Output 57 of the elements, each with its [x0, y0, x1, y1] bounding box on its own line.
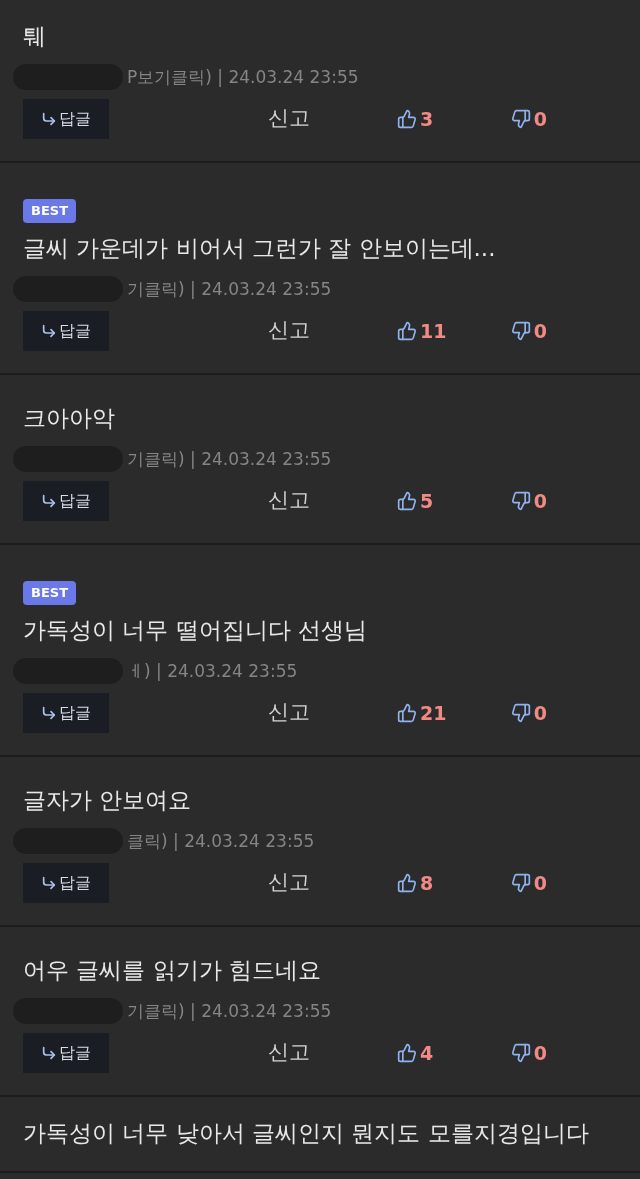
thumbs-down-icon [510, 703, 531, 723]
report-button[interactable]: 신고 [267, 315, 311, 347]
like-button[interactable]: 3 [397, 104, 434, 134]
thumbs-up-icon [397, 321, 417, 341]
thumbs-up-icon [397, 109, 417, 129]
thumbs-up-icon [397, 703, 417, 723]
dislike-button[interactable]: 0 [510, 868, 547, 898]
like-button[interactable]: 8 [397, 868, 434, 898]
report-button[interactable]: 신고 [267, 867, 311, 899]
report-button[interactable]: 신고 [267, 103, 311, 135]
like-button[interactable]: 4 [397, 1038, 434, 1068]
comment-meta: 클릭) | 24.03.24 23:55 [127, 830, 315, 853]
report-button[interactable]: 신고 [267, 485, 311, 517]
dislike-button[interactable]: 0 [510, 698, 547, 728]
comment-text: 가독성이 너무 떨어집니다 선생님 [23, 616, 368, 645]
best-badge: BEST [23, 581, 77, 605]
comment-meta: P보기클릭) | 24.03.24 23:55 [127, 66, 359, 89]
comment-text: 글씨 가운데가 비어서 그런가 잘 안보이는데... [23, 234, 497, 263]
comment-text: 가독성이 너무 낮아서 글씨인지 뭔지도 모를지경입니다 [23, 1119, 590, 1148]
comment-text: 퉤 [23, 22, 47, 51]
thumbs-up-icon [397, 873, 417, 893]
comment-meta: 기클릭) | 24.03.24 23:55 [127, 1000, 332, 1023]
best-badge: BEST [23, 199, 77, 223]
reply-button[interactable]: 답글 [23, 311, 109, 351]
thumbs-down-icon [510, 873, 531, 893]
comment-meta: 기클릭) | 24.03.24 23:55 [127, 448, 332, 471]
comment-meta: ㅔ) | 24.03.24 23:55 [127, 660, 298, 683]
report-button[interactable]: 신고 [267, 1037, 311, 1069]
comment-text: 크아아악 [23, 404, 116, 433]
reply-arrow-icon [41, 1045, 57, 1061]
comment-meta: 기클릭) | 24.03.24 23:55 [127, 278, 332, 301]
thumbs-down-icon [510, 109, 531, 129]
reply-arrow-icon [41, 875, 57, 891]
reply-button[interactable]: 답글 [23, 693, 109, 733]
like-button[interactable]: 5 [397, 486, 434, 516]
thumbs-down-icon [510, 491, 531, 511]
dislike-button[interactable]: 0 [510, 486, 547, 516]
reply-arrow-icon [41, 323, 57, 339]
dislike-button[interactable]: 0 [510, 104, 547, 134]
report-button[interactable]: 신고 [267, 697, 311, 729]
comment-text: 글자가 안보여요 [23, 786, 193, 815]
thumbs-up-icon [397, 491, 417, 511]
reply-arrow-icon [41, 705, 57, 721]
reply-button[interactable]: 답글 [23, 863, 109, 903]
thumbs-up-icon [397, 1043, 417, 1063]
reply-arrow-icon [41, 493, 57, 509]
like-button[interactable]: 21 [397, 698, 447, 728]
dislike-button[interactable]: 0 [510, 1038, 547, 1068]
reply-button[interactable]: 답글 [23, 481, 109, 521]
thumbs-down-icon [510, 1043, 531, 1063]
dislike-button[interactable]: 0 [510, 316, 547, 346]
reply-arrow-icon [41, 111, 57, 127]
reply-button[interactable]: 답글 [23, 1033, 109, 1073]
thumbs-down-icon [510, 321, 531, 341]
reply-button[interactable]: 답글 [23, 99, 109, 139]
comment-text: 어우 글씨를 읽기가 힘드네요 [23, 956, 322, 985]
like-button[interactable]: 11 [397, 316, 447, 346]
